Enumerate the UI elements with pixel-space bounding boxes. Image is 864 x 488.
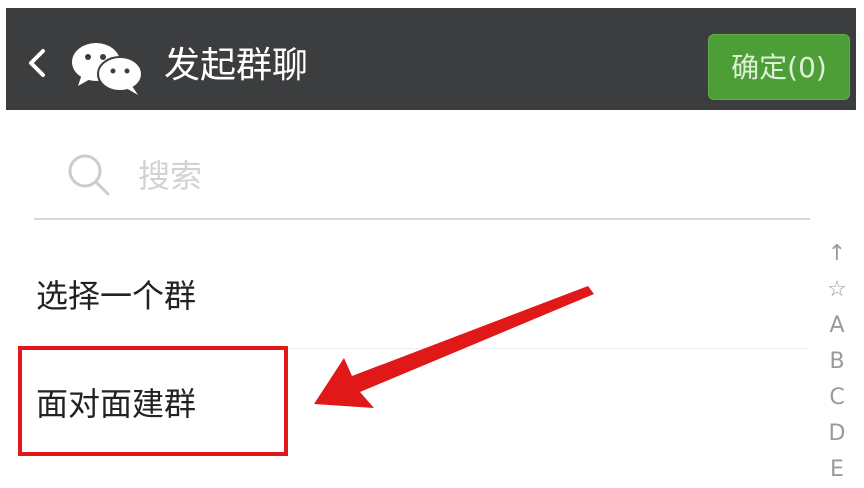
index-entry[interactable]: B: [822, 344, 852, 380]
page-title: 发起群聊: [164, 45, 309, 86]
search-input[interactable]: 搜索: [138, 154, 202, 198]
index-entry[interactable]: A: [822, 308, 852, 344]
index-entry[interactable]: ☆: [822, 272, 852, 308]
back-icon[interactable]: [26, 48, 48, 78]
index-entry[interactable]: D: [822, 416, 852, 452]
top-bar: 发起群聊 确定(0): [6, 8, 856, 110]
wechat-logo-icon: [72, 43, 143, 95]
search-bar[interactable]: 搜索: [34, 140, 810, 220]
red-arrow-icon: [314, 286, 594, 408]
highlight-box: [18, 346, 288, 456]
search-icon: [68, 154, 110, 196]
index-entry[interactable]: C: [822, 380, 852, 416]
confirm-button[interactable]: 确定(0): [708, 34, 850, 100]
alphabet-index[interactable]: ↑ ☆ A B C D E: [822, 236, 852, 486]
index-entry[interactable]: ↑: [822, 236, 852, 272]
index-entry[interactable]: E: [822, 452, 852, 488]
search-underline: [34, 218, 810, 220]
